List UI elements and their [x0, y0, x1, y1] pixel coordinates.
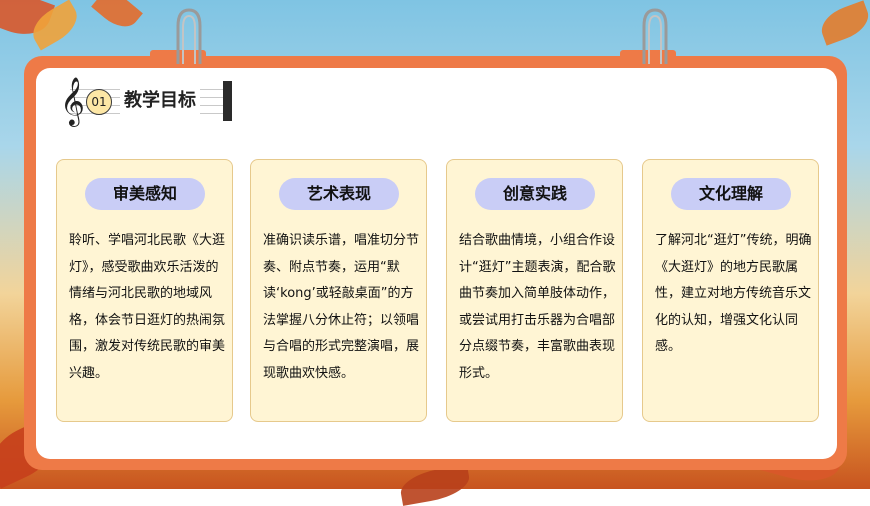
card-body: 了解河北“逛灯”传统，明确《大逛灯》的地方民歌属性，建立对地方传统音乐文化的认知…: [655, 233, 812, 354]
binder-clip-icon: [642, 8, 668, 64]
card-title: 艺术表现: [279, 178, 399, 210]
binder-clip-icon: [176, 8, 202, 64]
objective-card-culture: 文化理解 了解河北“逛灯”传统，明确《大逛灯》的地方民歌属性，建立对地方传统音乐…: [642, 159, 819, 422]
card-body: 准确识读乐谱，唱准切分节奏、附点节奏，运用“默读‘kong’或轻敲桌面”的方法掌…: [263, 233, 420, 381]
objective-card-creative: 创意实践 结合歌曲情境，小组合作设计“逛灯”主题表演，配合歌曲节奏加入简单肢体动…: [446, 159, 623, 422]
card-title: 创意实践: [475, 178, 595, 210]
card-title: 审美感知: [85, 178, 205, 210]
section-header: 𝄞 01 教学目标: [60, 76, 232, 126]
staff-end-bar: [223, 81, 232, 121]
page-title: 教学目标: [120, 88, 200, 114]
section-number-badge: 01: [86, 89, 112, 115]
card-title: 文化理解: [671, 178, 791, 210]
card-body: 聆听、学唱河北民歌《大逛灯》，感受歌曲欢乐活泼的情绪与河北民歌的地域风格，体会节…: [69, 233, 226, 381]
objective-card-aesthetic: 审美感知 聆听、学唱河北民歌《大逛灯》，感受歌曲欢乐活泼的情绪与河北民歌的地域风…: [56, 159, 233, 422]
treble-clef-icon: 𝄞: [60, 76, 85, 125]
card-body: 结合歌曲情境，小组合作设计“逛灯”主题表演，配合歌曲节奏加入简单肢体动作，或尝试…: [459, 233, 616, 381]
objective-card-performance: 艺术表现 准确识读乐谱，唱准切分节奏、附点节奏，运用“默读‘kong’或轻敲桌面…: [250, 159, 427, 422]
